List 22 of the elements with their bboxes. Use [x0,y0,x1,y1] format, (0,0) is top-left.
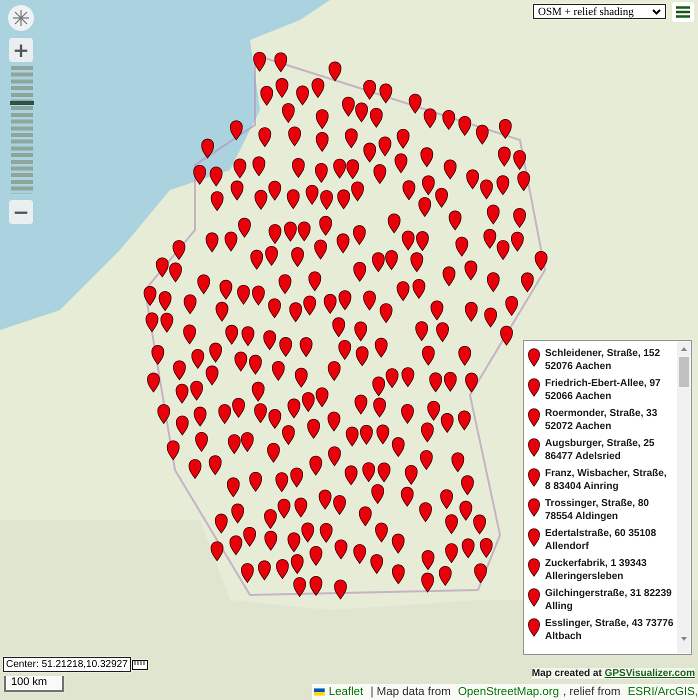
attribution-text: , relief from [562,686,622,698]
map-credit: Map created at GPSVisualizer.com [532,668,695,679]
credit-link[interactable]: GPSVisualizer.com [604,668,695,679]
attribution-link[interactable]: Leaflet [328,686,364,698]
location-address[interactable]: Trossinger, Straße, 80 78554 Aldingen [545,497,649,523]
attribution-text: | Map data from [369,686,452,698]
location-address[interactable]: Roermonder, Straße, 33 52072 Aachen [545,407,658,433]
location-address[interactable]: Gilchingerstraße, 31 82239 Alling [545,587,672,613]
location-address[interactable]: Augsburger, Straße, 25 86477 Adelsried [545,437,654,463]
map-center-coordinates: Center: 51.21218,10.32927 [3,657,131,672]
location-address[interactable]: Franz, Wisbacher, Straße, 8 83404 Ainring [545,467,667,493]
location-address[interactable]: Friedrich-Ebert-Allee, 97 52066 Aachen [545,377,661,403]
scale-bar: 100 km [4,676,64,692]
zoom-out-button[interactable]: − [9,200,33,224]
location-address[interactable]: Edertalstraße, 60 35108 Allendorf [545,527,656,553]
location-address[interactable]: Zuckerfabrik, 1 39343 Alleringersleben [545,557,647,583]
attribution-link[interactable]: OpenStreetMap.org [458,686,559,698]
map-style-select[interactable]: OSM + relief shading [533,4,666,19]
zoom-in-button[interactable]: + [9,38,33,62]
location-address[interactable]: Esslinger, Straße, 43 73776 Altbach [545,617,674,643]
attribution-link[interactable]: ESRI/ArcGIS, [628,686,698,698]
location-address[interactable]: Schleidener, Straße, 152 52076 Aachen [545,347,660,373]
